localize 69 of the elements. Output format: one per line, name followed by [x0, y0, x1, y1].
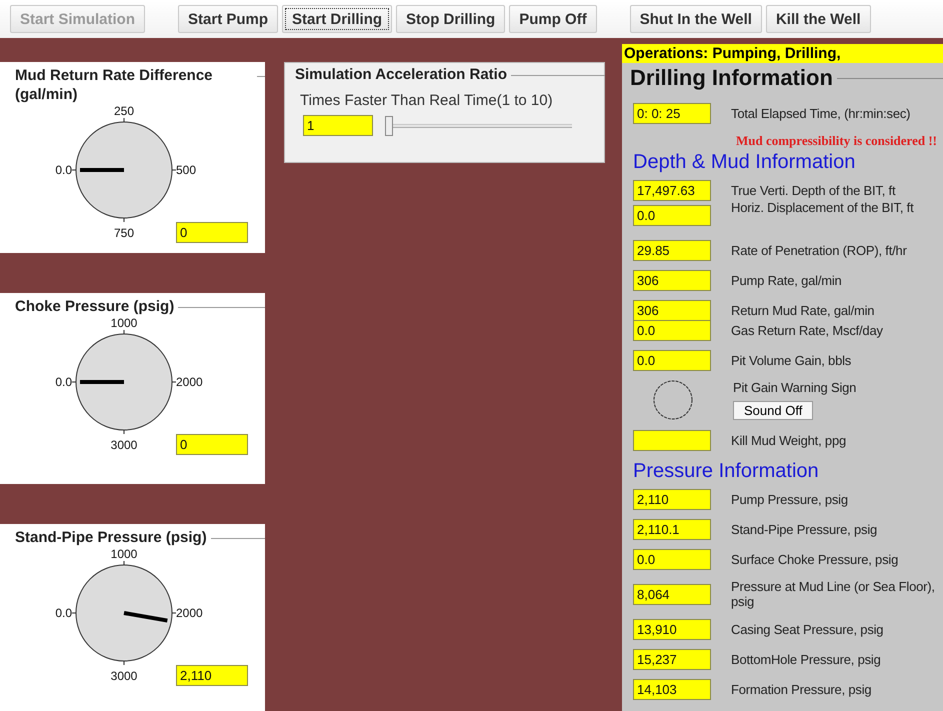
field-label: Gas Return Rate, Mscf/day [731, 322, 884, 338]
value-field[interactable]: 0.0 [633, 548, 712, 570]
value-field[interactable]: 306 [633, 270, 712, 290]
field-label: Total Elapsed Time, (hr:min:sec) [731, 106, 912, 120]
field-label: Surface Choke Pressure, psig [731, 552, 900, 566]
panel-title: Drilling Information [630, 65, 833, 91]
toolbar-button[interactable]: Start Drilling [282, 5, 392, 33]
field-label: True Verti. Depth of the BIT, ft [731, 182, 896, 198]
field-label: Pit Volume Gain, bbls [731, 352, 852, 368]
field-label: BottomHole Pressure, psig [731, 652, 882, 666]
section-heading: Depth & Mud Information [633, 151, 856, 174]
value-field[interactable]: 17,497.63 [633, 180, 712, 200]
value-field[interactable]: 0 [176, 222, 248, 243]
field-label: Casing Seat Pressure, psig [731, 622, 884, 636]
scale-label: 2000 [176, 375, 203, 389]
field-label: Pit Gain Warning Sign [733, 380, 858, 395]
value-field[interactable]: 29.85 [633, 240, 712, 260]
field-label: Pressure at Mud Line (or Sea Floor), psig [731, 579, 936, 609]
gauge-needle [80, 380, 124, 384]
value-field[interactable]: 2,110 [633, 488, 712, 510]
panel-title: Simulation Acceleration Ratio [295, 65, 507, 84]
toolbar-button[interactable]: Start Pump [178, 5, 278, 33]
value-field[interactable]: 15,237 [633, 648, 712, 670]
slider-label: Times Faster Than Real Time(1 to 10) [300, 92, 554, 109]
toolbar-button[interactable]: Kill the Well [766, 5, 871, 33]
field-label: Stand-Pipe Pressure, psig [731, 522, 878, 536]
value-field[interactable]: 0.0 [633, 320, 712, 340]
value-field[interactable]: 0.0 [633, 205, 712, 226]
scale-label: 2000 [176, 606, 203, 620]
value-field[interactable]: 0 [176, 434, 248, 455]
scale-label: 0.0 [55, 606, 72, 620]
value-field[interactable]: 0.0 [633, 350, 712, 370]
gauge-title: Mud Return Rate Difference (gal/min) [15, 66, 214, 104]
value-field[interactable]: 2,110.1 [633, 518, 712, 540]
toolbar-button[interactable]: Pump Off [509, 5, 597, 33]
field-label: Rate of Penetration (ROP), ft/hr [731, 242, 908, 258]
value-field[interactable]: 8,064 [633, 584, 712, 605]
value-field[interactable]: 2,110 [176, 665, 248, 686]
scale-label: 250 [114, 104, 134, 118]
field-label: Return Mud Rate, gal/min [731, 302, 876, 318]
gauge-title: Stand-Pipe Pressure (psig) [15, 528, 207, 547]
scale-label: 750 [114, 226, 134, 240]
toolbar-button[interactable]: Stop Drilling [396, 5, 506, 33]
toolbar-button[interactable]: Shut In the Well [630, 5, 762, 33]
scale-label: 500 [176, 163, 196, 177]
field-label: Formation Pressure, psig [731, 682, 872, 696]
scale-label: 3000 [110, 668, 138, 682]
value-field[interactable]: 306 [633, 300, 712, 320]
slider-thumb[interactable] [385, 116, 393, 136]
gauge-title: Choke Pressure (psig) [15, 297, 174, 316]
field-label: Horiz. Displacement of the BIT, ft [731, 200, 915, 215]
field-label: Pump Pressure, psig [731, 492, 849, 506]
value-field[interactable]: 14,103 [633, 678, 712, 700]
ratio-field[interactable]: 1 [303, 115, 373, 136]
scale-label: 0.0 [55, 375, 72, 389]
value-field[interactable]: 13,910 [633, 618, 712, 640]
operations-status: Operations: Pumping, Drilling, [622, 44, 943, 63]
gauge-needle [80, 168, 124, 172]
scale-label: 1000 [110, 547, 138, 561]
notice-text: Mud compressibility is considered !! [734, 133, 938, 149]
field-label: Pump Rate, gal/min [731, 272, 843, 288]
scale-label: 0.0 [55, 163, 72, 177]
field-label: Kill Mud Weight, ppg [731, 432, 848, 448]
value-field[interactable]: 0: 0: 25 [633, 102, 712, 124]
scale-label: 3000 [110, 438, 138, 452]
value-field[interactable] [633, 430, 712, 450]
section-heading: Pressure Information [633, 460, 820, 483]
sound-off-button[interactable]: Sound Off [733, 401, 814, 420]
scale-label: 1000 [110, 316, 138, 330]
